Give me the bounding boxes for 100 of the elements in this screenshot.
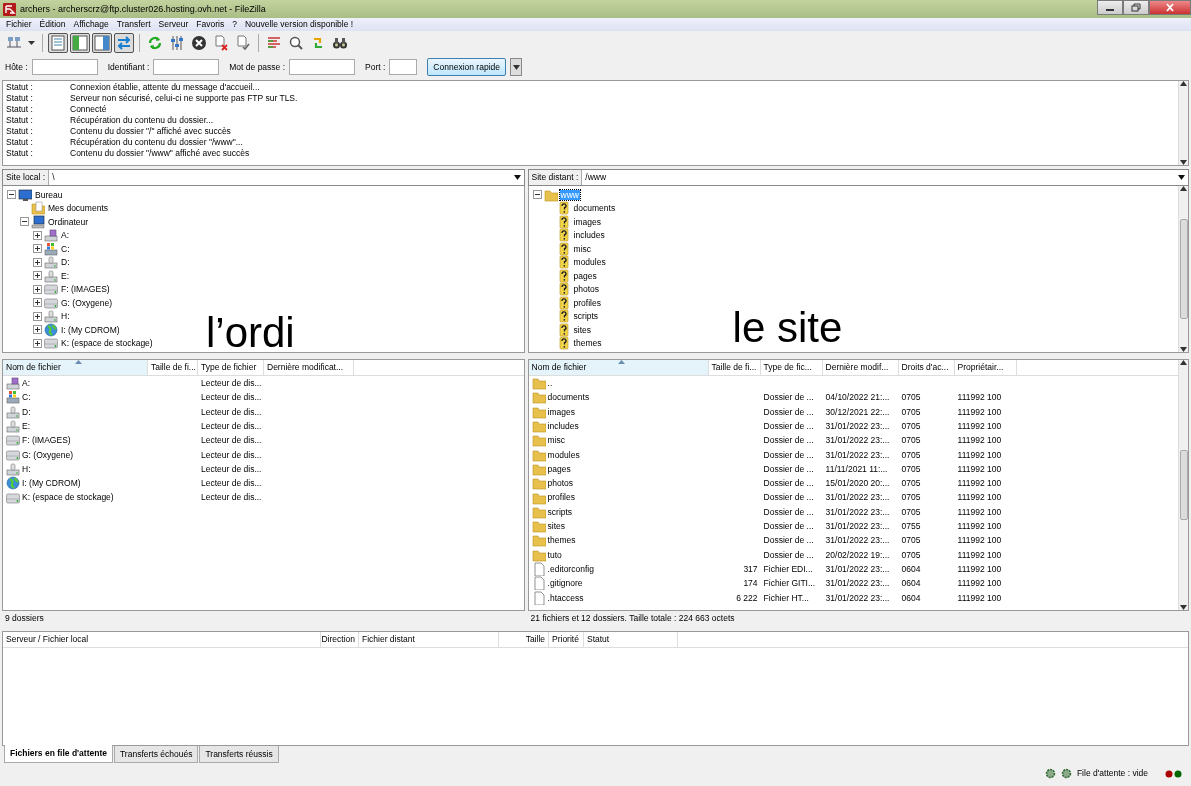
quickconnect-button[interactable]: Connexion rapide [427, 58, 506, 76]
tree-item[interactable]: profiles [572, 297, 602, 308]
local-tree-toggle-button[interactable] [70, 33, 90, 53]
menu-item[interactable]: Fichier [6, 19, 32, 30]
tree-item[interactable]: F: (IMAGES) [60, 284, 111, 295]
expand-icon[interactable] [33, 271, 42, 281]
tree-item[interactable]: sites [572, 324, 593, 335]
file-name[interactable]: C: [22, 392, 31, 403]
menu-item[interactable]: ? [232, 19, 237, 30]
tree-item[interactable]: C: [60, 243, 71, 254]
file-name[interactable]: E: [22, 420, 31, 432]
column-header[interactable]: Dernière modificat... [264, 360, 354, 375]
tree-item[interactable]: misc [572, 243, 593, 254]
column-header[interactable]: Taille de fi... [708, 360, 761, 375]
collapse-icon[interactable] [7, 190, 16, 200]
expand-icon[interactable] [33, 284, 42, 294]
file-name[interactable]: A: [22, 378, 31, 389]
restore-button[interactable] [1123, 0, 1149, 15]
menu-item[interactable]: Affichage [73, 19, 109, 30]
column-header[interactable]: Serveur / Fichier local [3, 632, 321, 647]
menu-item[interactable]: Serveur [158, 19, 189, 30]
input-field[interactable] [31, 59, 98, 75]
tree-item[interactable]: D: [60, 257, 71, 268]
tree-item[interactable]: I: (My CDROM) [60, 324, 121, 335]
column-header[interactable]: Propriétair... [954, 360, 1017, 375]
file-name[interactable]: H: [22, 463, 31, 474]
file-name[interactable]: .. [547, 378, 553, 389]
input-field[interactable] [289, 59, 356, 75]
file-name[interactable]: D: [22, 406, 31, 417]
menu-item[interactable]: Favoris [196, 19, 225, 30]
collapse-icon[interactable] [20, 217, 29, 227]
dropdown-button[interactable] [510, 58, 522, 76]
tree-item[interactable]: Mes documents [47, 203, 109, 214]
scrollbar[interactable] [1178, 360, 1188, 610]
file-name[interactable]: sites [547, 521, 566, 532]
column-header[interactable]: Type de fic... [760, 360, 823, 375]
file-name[interactable]: K: (espace de stockage) [22, 492, 114, 503]
tree-item[interactable]: themes [572, 338, 603, 349]
input-field[interactable] [389, 59, 418, 75]
scroll-thumb[interactable] [1179, 219, 1188, 319]
tab[interactable]: Transferts réussis [199, 746, 279, 763]
scrollbar[interactable] [1178, 81, 1188, 165]
remote-tree-toggle-button[interactable] [92, 33, 112, 53]
tree-item[interactable]: photos [572, 284, 601, 295]
menu-item[interactable]: Nouvelle version disponible ! [244, 19, 354, 30]
expand-icon[interactable] [33, 325, 42, 335]
expand-icon[interactable] [33, 257, 42, 267]
tree-item[interactable]: includes [572, 230, 606, 241]
file-name[interactable]: images [547, 406, 575, 417]
file-name[interactable]: documents [547, 392, 590, 403]
tree-item[interactable]: G: (Oxygene) [60, 297, 114, 308]
expand-icon[interactable] [33, 244, 42, 254]
expand-icon[interactable] [33, 338, 42, 348]
column-header[interactable]: Taille de fi... [148, 360, 198, 375]
file-name[interactable]: modules [547, 449, 580, 460]
column-header[interactable]: Statut [584, 632, 678, 647]
tree-item[interactable]: A: [60, 230, 71, 241]
expand-icon[interactable] [33, 298, 42, 308]
collapse-icon[interactable] [532, 190, 542, 200]
expand-icon[interactable] [33, 311, 42, 321]
column-header[interactable]: Type de fichier [198, 360, 264, 375]
tree-item[interactable]: documents [572, 203, 617, 214]
tree-item[interactable]: pages [572, 270, 598, 281]
file-name[interactable]: tuto [547, 549, 562, 560]
tab[interactable]: Transferts échoués [113, 746, 199, 763]
file-name[interactable]: misc [547, 435, 566, 446]
column-header[interactable]: Droits d'ac... [898, 360, 955, 375]
tree-item[interactable]: H: [60, 311, 71, 322]
file-name[interactable]: scripts [547, 506, 573, 517]
tree-item[interactable]: images [572, 216, 602, 227]
file-name[interactable]: .editorconfig [547, 563, 594, 575]
column-header[interactable]: Direction [321, 632, 359, 647]
tree-item[interactable]: Ordinateur [47, 216, 90, 227]
file-name[interactable]: pages [547, 463, 571, 474]
column-header[interactable]: Nom de fichier [3, 360, 148, 375]
column-header[interactable]: Nom de fichier [528, 360, 709, 375]
file-name[interactable]: I: (My CDROM) [22, 478, 81, 489]
queue-toggle-button[interactable] [114, 33, 134, 53]
column-header[interactable]: Dernière modif... [822, 360, 899, 375]
menu-item[interactable]: Transfert [116, 19, 151, 30]
scrollbar[interactable] [1178, 186, 1188, 352]
file-name[interactable]: .gitignore [547, 578, 583, 589]
input-field[interactable] [153, 59, 220, 75]
tree-item[interactable]: modules [572, 257, 607, 268]
column-header[interactable]: Priorité [549, 632, 584, 647]
cancel-button[interactable] [189, 33, 209, 53]
column-header[interactable]: Fichier distant [359, 632, 499, 647]
file-name[interactable]: themes [547, 535, 576, 546]
tab[interactable]: Fichiers en file d'attente [4, 745, 113, 763]
tree-item[interactable]: E: [60, 270, 71, 281]
expand-icon[interactable] [33, 230, 42, 240]
column-header[interactable]: Taille [499, 632, 549, 647]
file-name[interactable]: F: (IMAGES) [22, 435, 71, 446]
file-name[interactable]: includes [547, 420, 579, 432]
file-name[interactable]: G: (Oxygene) [22, 449, 74, 460]
tree-item[interactable]: scripts [572, 311, 600, 322]
tree-item[interactable]: K: (espace de stockage) [60, 338, 154, 349]
tree-item[interactable]: Bureau [34, 189, 64, 200]
menu-item[interactable]: Édition [39, 19, 66, 30]
minimize-button[interactable] [1097, 0, 1123, 15]
